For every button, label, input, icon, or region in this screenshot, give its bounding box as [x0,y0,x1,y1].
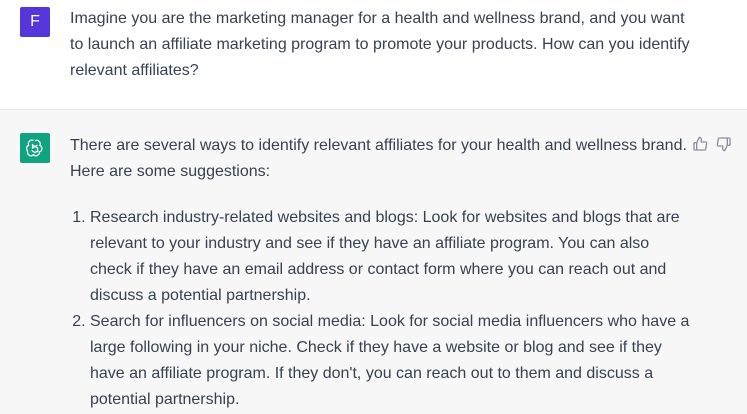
assistant-intro: There are several ways to identify relev… [70,137,687,180]
list-item: Research industry-related websites and b… [90,205,690,309]
user-message-text: Imagine you are the marketing manager fo… [70,10,690,79]
user-avatar: F [20,7,50,37]
suggestion-list: Research industry-related websites and b… [70,205,690,413]
thumbs-down-icon[interactable] [716,136,732,152]
user-message-row: F Imagine you are the marketing manager … [0,0,747,110]
thumbs-up-icon[interactable] [692,136,708,152]
feedback-buttons [692,136,732,152]
openai-logo-icon [20,133,50,163]
assistant-message-row: There are several ways to identify relev… [0,110,747,414]
assistant-message-content: There are several ways to identify relev… [70,133,690,413]
user-avatar-letter: F [30,13,40,30]
list-item: Search for influencers on social media: … [90,309,690,413]
